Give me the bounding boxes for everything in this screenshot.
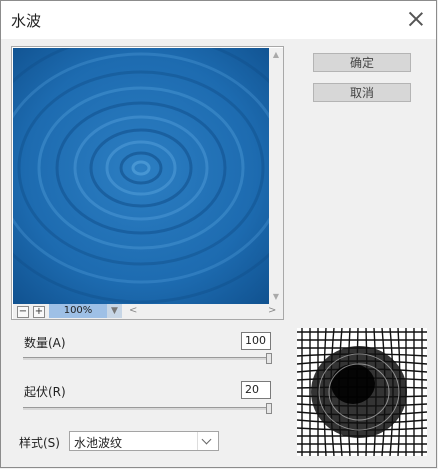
ridges-slider-thumb[interactable] <box>266 403 272 414</box>
scroll-left-icon[interactable]: < <box>129 304 137 318</box>
vertical-scrollbar[interactable]: ▲ ▼ <box>269 48 283 304</box>
preview-toolbar: − + 100% ▼ < > <box>13 304 283 319</box>
ridges-input[interactable]: 20 <box>241 381 271 399</box>
ridges-slider-track[interactable] <box>23 407 272 410</box>
scroll-up-icon[interactable]: ▲ <box>272 51 280 59</box>
style-select[interactable]: 水池波纹 <box>69 431 219 451</box>
cancel-button[interactable]: 取消 <box>313 83 411 102</box>
amount-label: 数量(A) <box>24 336 66 350</box>
amount-slider-track[interactable] <box>23 357 272 360</box>
distortion-grid-preview <box>297 328 427 456</box>
scroll-down-icon[interactable]: ▼ <box>272 293 280 301</box>
zoom-in-button[interactable]: + <box>33 306 45 318</box>
ok-button[interactable]: 确定 <box>313 53 411 72</box>
zoom-dropdown-icon[interactable]: ▼ <box>107 304 122 318</box>
filter-preview-image[interactable] <box>13 48 269 304</box>
zoom-out-button[interactable]: − <box>17 306 29 318</box>
scroll-right-icon[interactable]: > <box>268 304 276 318</box>
chevron-down-icon[interactable] <box>197 432 218 450</box>
distortion-grid-icon <box>297 328 427 456</box>
style-selected-value: 水池波纹 <box>74 436 123 450</box>
amount-input[interactable]: 100 <box>241 332 271 350</box>
close-icon[interactable] <box>406 9 426 29</box>
amount-slider-thumb[interactable] <box>266 353 272 364</box>
title-bar: 水波 <box>1 1 436 39</box>
zoom-level[interactable]: 100% <box>49 304 107 318</box>
ridges-label: 起伏(R) <box>24 385 66 399</box>
water-ripple-image <box>13 48 269 304</box>
preview-frame: ▲ ▼ − + 100% ▼ < > <box>11 46 284 320</box>
ripple-dialog: 水波 ▲ ▼ − + 100% ▼ < > 确定 取消 数量(A) 100 起伏… <box>0 0 437 468</box>
style-label: 样式(S) <box>19 436 60 450</box>
dialog-title: 水波 <box>11 12 42 30</box>
